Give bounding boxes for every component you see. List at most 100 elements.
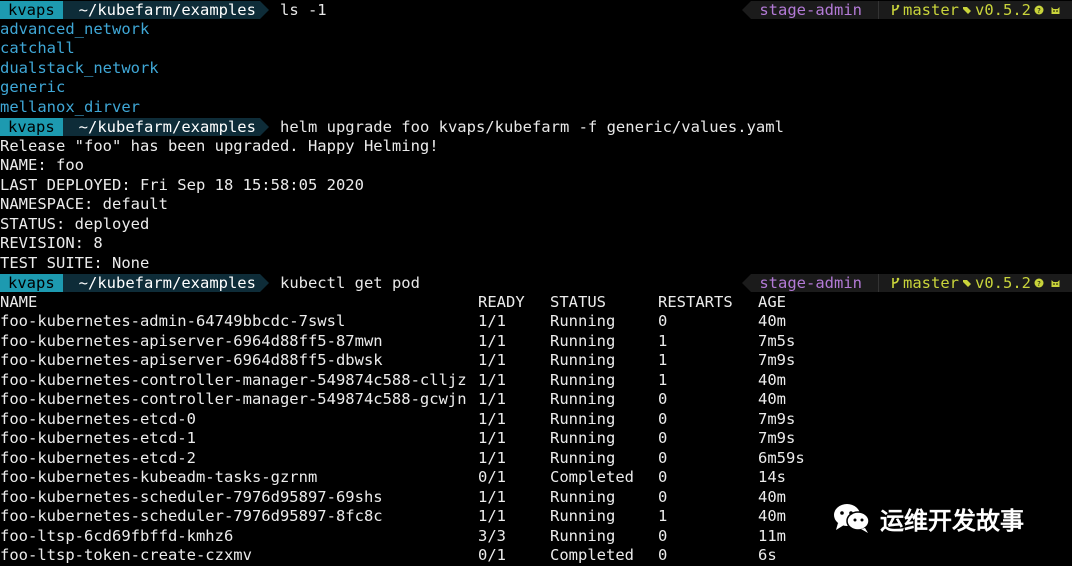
pod-status: Running: [550, 487, 616, 506]
pod-restarts: 1: [658, 507, 668, 525]
pod-age: 40m: [758, 487, 786, 506]
command-text: helm upgrade foo kvaps/kubefarm -f gener…: [279, 117, 784, 136]
pod-ready: 1/1: [478, 390, 506, 408]
table-row: foo-kubernetes-etcd-1 1/1 Running 0 7m9s: [0, 429, 1072, 449]
ls-output-line: advanced_network: [0, 19, 150, 38]
prompt-cwd: ~/kubefarm/examples: [62, 117, 270, 136]
pod-restarts: 0: [658, 487, 668, 506]
pod-status: Running: [550, 409, 616, 428]
tag-icon: [963, 7, 971, 15]
watermark: 运维开发故事: [832, 499, 1024, 537]
ls-output-line: generic: [0, 78, 66, 96]
pod-age: 40m: [758, 390, 786, 408]
terminal-window[interactable]: kvaps ~/kubefarm/examples ls -1 stage-admin…: [0, 0, 1072, 566]
output-line: NAMESPACE: default: [0, 195, 168, 213]
pod-name: foo-kubernetes-controller-manager-549874…: [0, 390, 467, 408]
kube-context: stage-admin: [742, 0, 878, 19]
pod-name: foo-kubernetes-admin-64749bbcdc-7swsl: [0, 312, 346, 330]
git-status: master v0.5.2?: [878, 0, 1072, 19]
pod-status: Running: [550, 390, 616, 408]
pod-name: foo-kubernetes-apiserver-6964d88ff5-87mw…: [0, 331, 383, 350]
wechat-icon: [834, 504, 870, 533]
pod-ready: 1/1: [478, 429, 506, 447]
prompt-line: kvaps ~/kubefarm/examples helm upgrade foo…: [0, 117, 1072, 136]
output-line: Release "foo" has been upgraded. Happy H…: [0, 136, 439, 155]
pod-name: foo-kubernetes-etcd-2: [0, 448, 196, 467]
git-tag: v0.5.2: [975, 273, 1031, 292]
pod-name: foo-kubernetes-etcd-0: [0, 409, 196, 428]
pod-ready: 1/1: [478, 448, 506, 467]
pod-restarts: 0: [658, 312, 668, 330]
pod-name: foo-ltsp-6cd69fbffd-kmhz6: [0, 526, 234, 545]
output-line: REVISION: 8: [0, 234, 103, 252]
command-text: ls -1: [279, 0, 327, 19]
git-tag: v0.5.2: [975, 0, 1031, 19]
pod-age: 7m9s: [758, 429, 796, 447]
pod-restarts: 0: [658, 468, 668, 486]
column-header-restarts: RESTARTS: [658, 292, 733, 311]
pod-name: foo-kubernetes-scheduler-7976d95897-8fc8…: [0, 507, 383, 525]
pod-name: foo-ltsp-token-create-czxmv: [0, 546, 252, 564]
svg-text:?: ?: [1037, 280, 1041, 288]
pod-age: 7m9s: [758, 351, 796, 369]
prompt-user: kvaps: [0, 273, 72, 292]
ls-output-line: mellanox_dirver: [0, 97, 140, 116]
prompt-line: kvaps ~/kubefarm/examples ls -1 stage-admin…: [0, 0, 1072, 19]
pod-restarts: 0: [658, 526, 668, 545]
git-branch-icon: [892, 4, 900, 16]
pod-restarts: 0: [658, 409, 668, 428]
pod-restarts: 0: [658, 390, 668, 408]
ls-output-line: catchall: [0, 39, 75, 57]
pod-restarts: 1: [658, 370, 668, 389]
pod-name: foo-kubernetes-apiserver-6964d88ff5-dbws…: [0, 351, 383, 369]
table-row: foo-ltsp-token-create-czxmv 0/1 Completed 0…: [0, 546, 1072, 566]
git-status: master v0.5.2?: [878, 273, 1072, 292]
table-row: foo-kubernetes-apiserver-6964d88ff5-87mw…: [0, 332, 1072, 352]
cat-icon: [1051, 7, 1060, 15]
pod-ready: 0/1: [478, 546, 506, 564]
table-header: NAME READY STATUS RESTARTS AGE: [0, 293, 1072, 313]
right-prompt: stage-admin master v0.5.2?: [742, 273, 1072, 292]
pod-ready: 0/1: [478, 468, 506, 486]
pod-restarts: 0: [658, 546, 668, 564]
pod-age: 14s: [758, 468, 786, 486]
pod-ready: 1/1: [478, 312, 506, 330]
pod-ready: 1/1: [478, 351, 506, 369]
pod-status: Running: [550, 526, 616, 545]
table-row: foo-kubernetes-etcd-2 1/1 Running 0 6m59s: [0, 449, 1072, 469]
pod-restarts: 1: [658, 331, 668, 350]
output-line: STATUS: deployed: [0, 214, 150, 233]
pod-name: foo-kubernetes-controller-manager-549874…: [0, 370, 467, 389]
pod-ready: 1/1: [478, 507, 506, 525]
column-header-name: NAME: [0, 292, 38, 311]
table-row: foo-kubernetes-admin-64749bbcdc-7swsl 1/1…: [0, 312, 1072, 332]
table-row: foo-kubernetes-apiserver-6964d88ff5-dbws…: [0, 351, 1072, 371]
pod-name: foo-kubernetes-kubeadm-tasks-gzrnm: [0, 468, 318, 486]
table-row: foo-kubernetes-controller-manager-549874…: [0, 390, 1072, 410]
git-branch: master: [903, 273, 959, 292]
pod-status: Completed: [550, 468, 634, 486]
pod-restarts: 1: [658, 351, 668, 369]
table-row: foo-kubernetes-kubeadm-tasks-gzrnm 0/1 Com…: [0, 468, 1072, 488]
table-row: foo-kubernetes-controller-manager-549874…: [0, 371, 1072, 391]
pod-name: foo-kubernetes-scheduler-7976d95897-69sh…: [0, 487, 383, 506]
prompt-user: kvaps: [0, 0, 72, 19]
pod-name: foo-kubernetes-etcd-1: [0, 429, 196, 447]
pod-status: Running: [550, 351, 616, 369]
pod-ready: 1/1: [478, 409, 506, 428]
pod-status: Running: [550, 331, 616, 350]
output-line: TEST SUITE: None: [0, 253, 150, 272]
watermark-text: 运维开发故事: [880, 506, 1024, 535]
pod-status: Running: [550, 507, 616, 525]
ls-output-line: dualstack_network: [0, 58, 159, 77]
column-header-status: STATUS: [550, 292, 606, 311]
question-icon: ?: [1034, 278, 1044, 288]
pod-restarts: 0: [658, 448, 668, 467]
pod-age: 7m5s: [758, 331, 796, 350]
pod-status: Completed: [550, 546, 634, 564]
git-branch-icon: [892, 277, 900, 289]
pod-age: 40m: [758, 370, 786, 389]
pod-status: Running: [550, 312, 616, 330]
prompt-cwd: ~/kubefarm/examples: [62, 273, 270, 292]
pod-ready: 1/1: [478, 487, 506, 506]
